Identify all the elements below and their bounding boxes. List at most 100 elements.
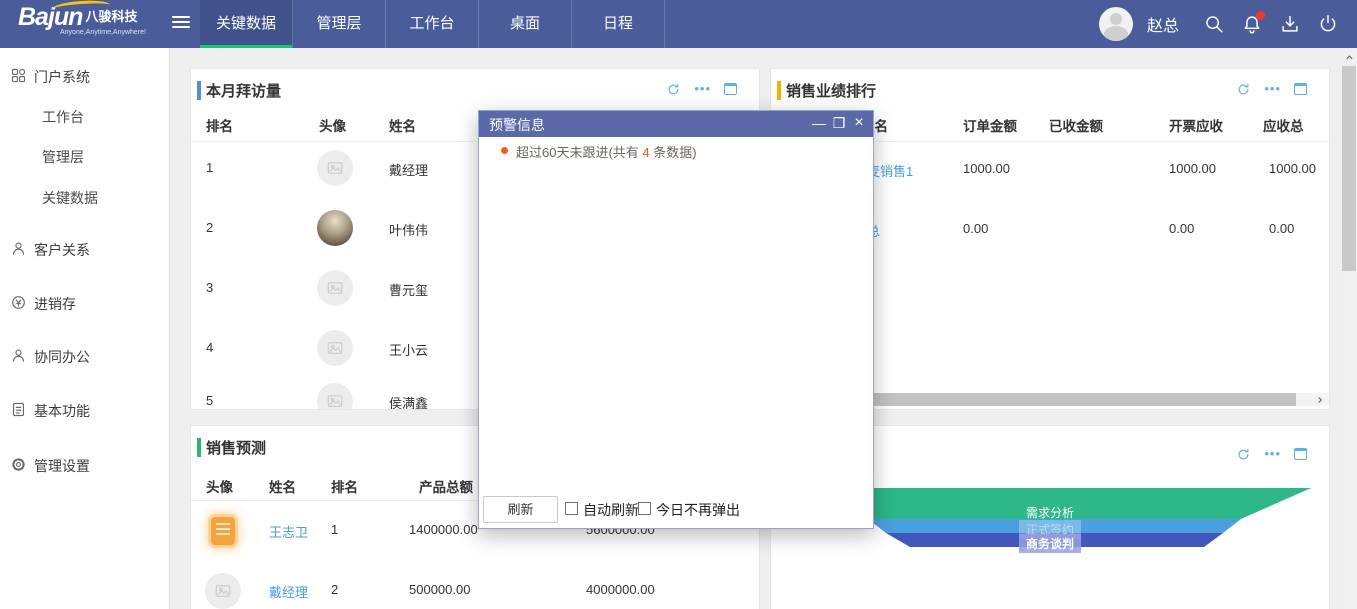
hamburger-icon[interactable] bbox=[172, 16, 190, 30]
maximize-icon[interactable] bbox=[1294, 448, 1307, 460]
top-nav-menu: 关键数据 管理层 工作台 桌面 日程 bbox=[200, 0, 665, 48]
maximize-icon[interactable] bbox=[1294, 83, 1307, 95]
forecast-total-cell: 4000000.00 bbox=[586, 582, 655, 597]
vertical-scrollbar[interactable] bbox=[1341, 48, 1357, 609]
brand-logo[interactable]: Bajun八骏科技 Anyone,Anytime,Anywhere! bbox=[18, 3, 168, 45]
nav-item-workbench[interactable]: 工作台 bbox=[386, 0, 479, 48]
no-popup-today-label[interactable]: 今日不再弹出 bbox=[656, 500, 740, 520]
username-label[interactable]: 赵总 bbox=[1147, 12, 1179, 36]
sidebar-item-inventory[interactable]: 进销存 bbox=[0, 293, 170, 315]
card-toolbar: ••• bbox=[1236, 81, 1307, 97]
sidebar-item-management[interactable]: 管理层 bbox=[42, 147, 84, 167]
placeholder-image-icon bbox=[317, 150, 353, 186]
refresh-icon[interactable] bbox=[666, 81, 681, 97]
card-title: 销售业绩排行 bbox=[786, 80, 876, 101]
rank-cell: 1 bbox=[206, 160, 213, 175]
sidebar-item-portal-system[interactable]: 门户系统 bbox=[0, 66, 170, 88]
nav-item-key-data[interactable]: 关键数据 bbox=[200, 0, 293, 48]
receivable-total-cell: 1000.00 bbox=[1269, 161, 1316, 176]
sidebar-item-collaboration[interactable]: 协同办公 bbox=[0, 346, 170, 368]
sidebar-item-basic-functions[interactable]: 基本功能 bbox=[0, 400, 170, 422]
more-options-icon[interactable]: ••• bbox=[1264, 446, 1281, 462]
card-accent-bar bbox=[197, 438, 201, 457]
power-icon[interactable] bbox=[1317, 13, 1339, 35]
dialog-title: 预警信息 bbox=[489, 115, 545, 135]
document-icon bbox=[10, 401, 27, 418]
col-header-received-amount: 已收金额 bbox=[1049, 115, 1103, 135]
alert-message[interactable]: 超过60天未跟进(共有 4 条数据) bbox=[516, 142, 697, 161]
nav-item-desktop[interactable]: 桌面 bbox=[479, 0, 572, 48]
invoice-receivable-cell: 0.00 bbox=[1169, 221, 1194, 236]
top-navbar: Bajun八骏科技 Anyone,Anytime,Anywhere! 关键数据 … bbox=[0, 0, 1357, 48]
office-icon bbox=[10, 347, 27, 364]
sidebar-item-admin-settings[interactable]: 管理设置 bbox=[0, 455, 170, 477]
sidebar-item-workbench[interactable]: 工作台 bbox=[42, 107, 84, 127]
sidebar-item-customer-relations[interactable]: 客户关系 bbox=[0, 239, 170, 261]
scroll-up-arrow-icon[interactable] bbox=[1341, 50, 1357, 64]
placeholder-image-icon bbox=[205, 573, 241, 609]
card-title: 本月拜访量 bbox=[206, 80, 281, 101]
brand-tagline: Anyone,Anytime,Anywhere! bbox=[60, 29, 168, 36]
auto-refresh-label[interactable]: 自动刷新 bbox=[583, 500, 639, 520]
order-amount-cell: 1000.00 bbox=[963, 161, 1010, 176]
auto-refresh-checkbox[interactable] bbox=[565, 502, 578, 515]
nav-item-schedule[interactable]: 日程 bbox=[572, 0, 665, 48]
no-popup-today-checkbox[interactable] bbox=[638, 502, 651, 515]
card-title: 销售预测 bbox=[206, 437, 266, 458]
placeholder-image-icon bbox=[317, 383, 353, 410]
product-total-cell: 1400000.00 bbox=[409, 522, 478, 537]
salesperson-link[interactable]: 王志卫 bbox=[269, 522, 308, 541]
search-icon[interactable] bbox=[1203, 13, 1225, 35]
alert-bullet-icon bbox=[501, 147, 508, 154]
download-icon[interactable] bbox=[1279, 13, 1301, 35]
sidebar-item-key-data[interactable]: 关键数据 bbox=[42, 188, 98, 208]
product-total-cell: 500000.00 bbox=[409, 582, 470, 597]
rank-cell: 4 bbox=[206, 340, 213, 355]
col-header-product-total: 产品总额 bbox=[419, 476, 473, 496]
dialog-header[interactable]: 预警信息 — ❒ × bbox=[479, 111, 873, 137]
name-cell: 王小云 bbox=[389, 340, 428, 359]
rank-cell: 2 bbox=[331, 582, 338, 597]
bell-icon[interactable] bbox=[1241, 13, 1263, 35]
col-header-rank: 排名 bbox=[206, 115, 233, 135]
name-cell: 侯满鑫 bbox=[389, 393, 428, 410]
rank-cell: 3 bbox=[206, 280, 213, 295]
col-header-name: 姓名 bbox=[389, 115, 416, 135]
minimize-icon[interactable]: — bbox=[809, 111, 829, 137]
grid-icon bbox=[10, 67, 27, 84]
more-options-icon[interactable]: ••• bbox=[1264, 81, 1281, 97]
col-header-order-amount: 订单金额 bbox=[963, 115, 1017, 135]
col-header-invoice-receivable: 开票应收 bbox=[1169, 115, 1223, 135]
restore-icon[interactable]: ❒ bbox=[829, 111, 849, 137]
col-header-avatar: 头像 bbox=[319, 115, 346, 135]
scroll-right-arrow-icon[interactable] bbox=[1313, 393, 1327, 406]
col-header-rank: 排名 bbox=[331, 476, 358, 496]
vertical-scrollbar-thumb[interactable] bbox=[1342, 66, 1356, 271]
close-icon[interactable]: × bbox=[849, 111, 869, 137]
name-cell: 叶伟伟 bbox=[389, 220, 428, 239]
card-toolbar: ••• bbox=[666, 81, 737, 97]
invoice-receivable-cell: 1000.00 bbox=[1169, 161, 1216, 176]
refresh-button[interactable]: 刷新 bbox=[483, 496, 558, 523]
order-amount-cell: 0.00 bbox=[963, 221, 988, 236]
more-options-icon[interactable]: ••• bbox=[694, 81, 711, 97]
gear-icon bbox=[10, 456, 27, 473]
salesperson-link[interactable]: 戴经理 bbox=[269, 582, 308, 601]
customer-icon bbox=[10, 240, 27, 257]
warning-dialog: 预警信息 — ❒ × 超过60天未跟进(共有 4 条数据) 刷新 自动刷新 今日… bbox=[478, 110, 874, 529]
col-header-avatar: 头像 bbox=[206, 476, 233, 496]
sidebar: 门户系统 工作台 管理层 关键数据 客户关系 进销存 协同办公 基本功能 管理设… bbox=[0, 48, 170, 609]
name-cell: 戴经理 bbox=[389, 160, 428, 179]
receivable-total-cell: 0.00 bbox=[1269, 221, 1294, 236]
rank-cell: 5 bbox=[206, 393, 213, 408]
navbar-right-cluster: 赵总 bbox=[1099, 0, 1347, 48]
refresh-icon[interactable] bbox=[1236, 81, 1251, 97]
maximize-icon[interactable] bbox=[724, 83, 737, 95]
funnel-label-negotiation-wrap[interactable]: 商务谈判 bbox=[771, 534, 1329, 553]
name-cell: 曹元玺 bbox=[389, 280, 428, 299]
nav-item-management[interactable]: 管理层 bbox=[293, 0, 386, 48]
rank-cell: 1 bbox=[331, 522, 338, 537]
rank-cell: 2 bbox=[206, 220, 213, 235]
user-avatar[interactable] bbox=[1099, 7, 1133, 41]
refresh-icon[interactable] bbox=[1236, 446, 1251, 462]
